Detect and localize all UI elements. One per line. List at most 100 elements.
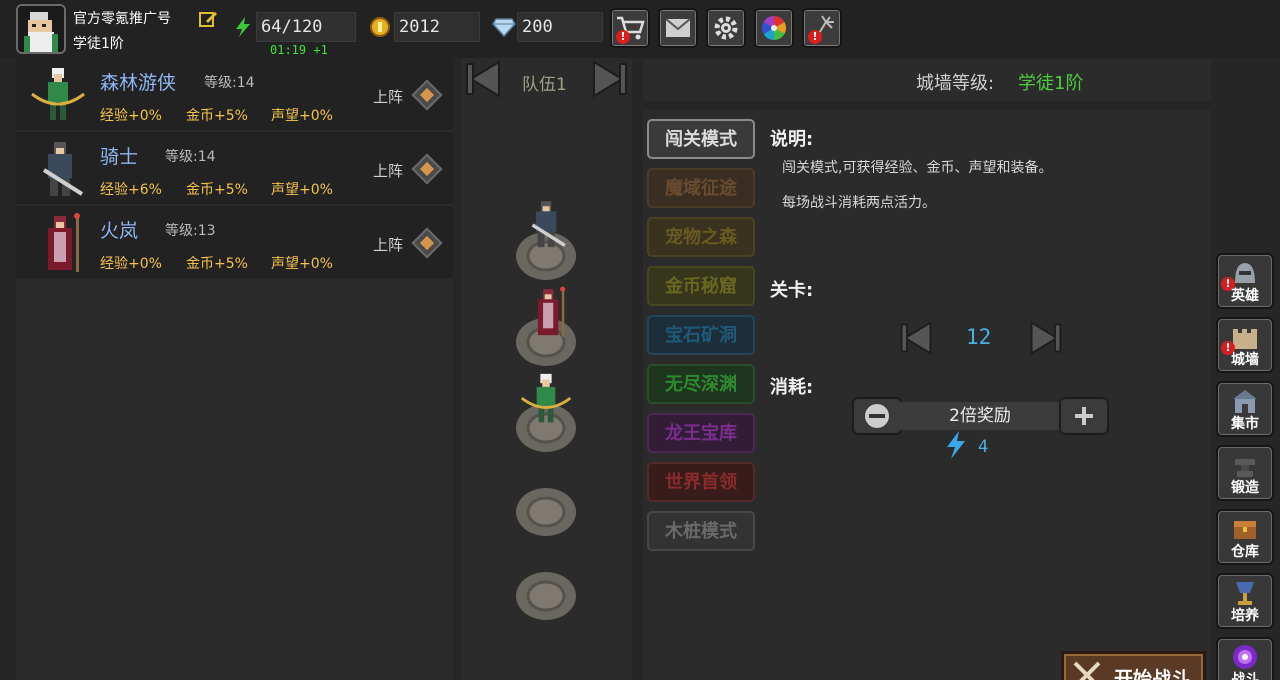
- castle-wall-icon: [1233, 329, 1257, 349]
- exp-bonus: 经验+6%: [100, 182, 162, 198]
- prev-stage-arrow-icon[interactable]: [898, 320, 934, 356]
- sidebar-label: 集市: [1231, 416, 1259, 432]
- hero-name: 火岚: [100, 220, 139, 242]
- mode-button[interactable]: 宝石矿洞: [647, 315, 755, 355]
- deploy-diamond-icon[interactable]: [411, 227, 443, 259]
- sidebar-button[interactable]: 锻造: [1216, 445, 1274, 501]
- mode-button[interactable]: 木桩模式: [647, 511, 755, 551]
- description-line: 闯关模式,可获得经验、金币、声望和装备。: [782, 160, 1053, 176]
- forest-ranger-sprite: [520, 373, 572, 423]
- sidebar-label: 战斗: [1231, 672, 1259, 680]
- gold-coin-icon: [369, 16, 391, 38]
- fame-bonus: 声望+0%: [271, 108, 333, 124]
- sidebar-button[interactable]: 集市: [1216, 381, 1274, 437]
- energy-cost: 4: [978, 437, 989, 457]
- deploy-label[interactable]: 上阵: [373, 234, 403, 255]
- hero-name: 森林游侠: [100, 72, 177, 94]
- start-battle-button[interactable]: 开始战斗: [1061, 651, 1206, 680]
- mode-button[interactable]: 闯关模式: [647, 119, 755, 159]
- city-level-value: 学徒1阶: [1018, 73, 1084, 94]
- start-battle-label: 开始战斗: [1114, 668, 1191, 680]
- energy-lightning-icon: [232, 16, 254, 38]
- hero-list-panel: 森林游侠 等级:14 经验+0% 金币+5% 声望+0% 上阵 骑士 等级:14…: [16, 58, 453, 680]
- fireworks-alert-badge: !: [808, 30, 822, 44]
- gem-value: 200: [517, 12, 603, 42]
- sidebar-button[interactable]: ! 城墙: [1216, 317, 1274, 373]
- wizard-portrait-icon: [18, 6, 64, 52]
- hero-row[interactable]: 森林游侠 等级:14 经验+0% 金币+5% 声望+0% 上阵: [16, 58, 453, 130]
- deploy-label[interactable]: 上阵: [373, 160, 403, 181]
- fame-bonus: 声望+0%: [271, 256, 333, 272]
- stage-number: 12: [966, 325, 992, 349]
- mode-button[interactable]: 金币秘窟: [647, 266, 755, 306]
- hero-name: 骑士: [100, 146, 139, 168]
- edit-name-icon[interactable]: [198, 9, 218, 29]
- sidebar-label: 仓库: [1231, 544, 1259, 560]
- exp-bonus: 经验+0%: [100, 256, 162, 272]
- gold-bonus: 金币+5%: [186, 182, 248, 198]
- forest-ranger-sprite: [31, 68, 85, 120]
- stage-title: 关卡:: [770, 280, 814, 301]
- fire-mage-sprite: [48, 213, 80, 272]
- exp-bonus: 经验+0%: [100, 108, 162, 124]
- team-slot-pedestal[interactable]: [514, 566, 578, 622]
- sidebar-button[interactable]: ! 英雄: [1216, 253, 1274, 309]
- crossed-swords-icon: [1073, 661, 1101, 680]
- helmet-icon: [1235, 263, 1255, 283]
- player-name: 官方零氪推广号: [73, 11, 171, 27]
- mode-button[interactable]: 宠物之森: [647, 217, 755, 257]
- fire-mage-sprite: [537, 286, 566, 337]
- sidebar-button[interactable]: 培养: [1216, 573, 1274, 629]
- sidebar-label: 城墙: [1231, 352, 1259, 368]
- mode-button[interactable]: 世界首领: [647, 462, 755, 502]
- shop-alert-badge: !: [616, 30, 630, 44]
- fireworks-button[interactable]: !: [802, 8, 842, 48]
- next-stage-arrow-icon[interactable]: [1028, 320, 1064, 356]
- gold-value: 2012: [394, 12, 480, 42]
- sidebar-label: 英雄: [1231, 288, 1259, 304]
- sidebar-button[interactable]: 战斗: [1216, 637, 1274, 680]
- mode-button[interactable]: 无尽深渊: [647, 364, 755, 404]
- description-line: 每场战斗消耗两点活力。: [782, 195, 936, 211]
- city-level-label: 城墙等级:: [916, 73, 995, 94]
- market-icon: [1233, 390, 1257, 413]
- deploy-label[interactable]: 上阵: [373, 86, 403, 107]
- anvil-icon: [1235, 459, 1255, 477]
- sidebar-label: 培养: [1231, 608, 1259, 624]
- hero-row[interactable]: 骑士 等级:14 经验+6% 金币+5% 声望+0% 上阵: [16, 132, 453, 204]
- sidebar-label: 锻造: [1231, 480, 1259, 496]
- player-rank: 学徒1阶: [73, 36, 124, 52]
- gold-bonus: 金币+5%: [186, 256, 248, 272]
- gem-icon: [492, 17, 516, 38]
- knight-sprite: [42, 142, 84, 196]
- energy-timer: 01:19 +1: [270, 43, 328, 57]
- decrease-button[interactable]: [852, 397, 902, 435]
- hero-level: 等级:14: [204, 75, 255, 91]
- mode-button[interactable]: 魔域征途: [647, 168, 755, 208]
- team-label: 队伍1: [522, 75, 567, 95]
- knight-sprite: [531, 201, 566, 248]
- reward-multiplier: 2倍奖励: [900, 402, 1060, 430]
- player-avatar[interactable]: [16, 4, 66, 54]
- deploy-diamond-icon[interactable]: [411, 79, 443, 111]
- color-wheel-button[interactable]: [754, 8, 794, 48]
- color-wheel-icon: [761, 15, 787, 40]
- shop-button[interactable]: !: [610, 8, 650, 48]
- cost-title: 消耗:: [770, 377, 814, 398]
- next-team-arrow-icon[interactable]: [590, 60, 630, 98]
- increase-button[interactable]: [1059, 397, 1109, 435]
- deploy-diamond-icon[interactable]: [411, 153, 443, 185]
- minus-icon: [865, 404, 889, 428]
- prev-team-arrow-icon[interactable]: [463, 60, 503, 98]
- energy-lightning-icon: [944, 430, 968, 460]
- hero-level: 等级:14: [165, 149, 216, 165]
- settings-gear-icon: [714, 16, 738, 40]
- treasure-chest-icon: [1234, 521, 1256, 539]
- settings-button[interactable]: [706, 8, 746, 48]
- mail-button[interactable]: [658, 8, 698, 48]
- team-slot-pedestal[interactable]: [514, 482, 578, 538]
- hero-row[interactable]: 火岚 等级:13 经验+0% 金币+5% 声望+0% 上阵: [16, 206, 453, 278]
- sidebar-button[interactable]: 仓库: [1216, 509, 1274, 565]
- fame-bonus: 声望+0%: [271, 182, 333, 198]
- mode-button[interactable]: 龙王宝库: [647, 413, 755, 453]
